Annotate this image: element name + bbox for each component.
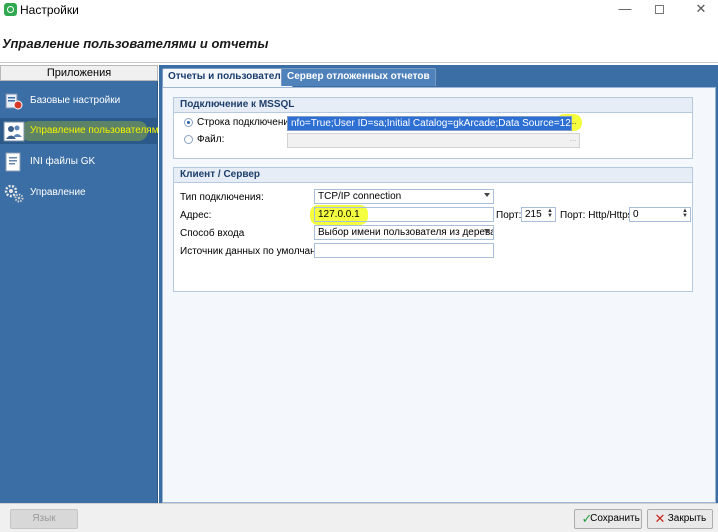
file-label: Файл: (197, 134, 225, 145)
http-port-value: 0 (633, 209, 639, 220)
http-port-label: Порт: Http/Https (560, 210, 633, 221)
port-label: Порт: (496, 210, 522, 221)
save-button-label: Сохранить (590, 513, 640, 524)
footer: Язык ✓ Сохранить ✕ Закрыть (0, 503, 718, 532)
maximize-icon (654, 5, 664, 15)
save-button[interactable]: ✓ Сохранить (574, 509, 642, 529)
gears-icon (4, 184, 24, 203)
connstr-browse-button[interactable]: ... (567, 117, 579, 130)
title-bar: Настройки — ✕ (0, 0, 718, 20)
port-stepper[interactable]: 215 ▲ ▼ (521, 207, 556, 222)
sidebar: Приложения Базовые настройки Управление … (0, 65, 167, 503)
sidebar-item-label: Базовые настройки (30, 95, 121, 106)
mssql-group-heading: Подключение к MSSQL (174, 98, 692, 113)
main-area: Отчеты и пользователи Сервер отложенных … (159, 65, 718, 503)
conn-type-value: TCP/IP connection (318, 191, 402, 202)
port-value: 215 (525, 209, 542, 220)
close-icon: ✕ (654, 511, 666, 526)
connstr-radio[interactable] (184, 118, 193, 127)
tab-panel: Подключение к MSSQL Строка подключения n… (162, 87, 716, 503)
ini-file-icon (5, 152, 21, 172)
page-title: Управление пользователями и отчеты (2, 36, 269, 51)
connstr-label: Строка подключения (197, 117, 295, 128)
chevron-down-icon (484, 193, 490, 197)
http-port-stepper[interactable]: 0 ▲ ▼ (629, 207, 691, 222)
sidebar-item-user-management[interactable]: Управление пользователям... (0, 118, 167, 144)
sidebar-item-management[interactable]: Управление (0, 180, 158, 206)
language-button[interactable]: Язык (10, 509, 78, 529)
default-datasource-label: Источник данных по умолчанию (180, 246, 329, 257)
client-server-group: Клиент / Сервер Тип подключения: TCP/IP … (173, 167, 693, 292)
tab-deferred-reports-server[interactable]: Сервер отложенных отчетов (281, 68, 436, 86)
sidebar-item-ini-files[interactable]: INI файлы GK (0, 149, 158, 175)
sidebar-item-label: INI файлы GK (30, 156, 96, 167)
tab-reports-users[interactable]: Отчеты и пользователи (162, 68, 293, 88)
file-browse-button[interactable]: ... (567, 134, 579, 147)
address-input[interactable]: 127.0.0.1 (314, 207, 494, 222)
settings-icon (5, 93, 23, 110)
users-icon (3, 121, 25, 142)
checkmark-icon: ✓ (581, 511, 593, 526)
file-radio[interactable] (184, 135, 193, 144)
spin-arrows-icon: ▲ ▼ (547, 208, 553, 219)
default-datasource-input[interactable] (314, 243, 494, 258)
minimize-button[interactable]: — (608, 0, 642, 20)
window-title: Настройки (20, 3, 79, 17)
header: Управление пользователями и отчеты (0, 20, 718, 63)
chevron-down-icon (484, 229, 490, 233)
conn-type-label: Тип подключения: (180, 192, 264, 203)
login-method-select[interactable]: Выбор имени пользователя из дерева (314, 225, 494, 240)
sidebar-item-label: Управление (30, 187, 86, 198)
sidebar-item-label: Управление пользователям... (30, 125, 167, 136)
sidebar-heading: Приложения (0, 65, 158, 81)
login-method-label: Способ входа (180, 228, 245, 239)
spin-arrows-icon: ▲ ▼ (682, 208, 688, 219)
app-icon (4, 3, 17, 16)
address-label: Адрес: (180, 210, 212, 221)
mssql-group: Подключение к MSSQL Строка подключения n… (173, 97, 693, 159)
client-server-heading: Клиент / Сервер (174, 168, 692, 183)
login-method-value: Выбор имени пользователя из дерева (318, 227, 494, 238)
maximize-button[interactable] (642, 0, 676, 20)
sidebar-item-basic-settings[interactable]: Базовые настройки (0, 88, 158, 114)
close-button-label: Закрыть (667, 513, 707, 524)
file-path-field[interactable] (287, 133, 580, 148)
cancel-close-button[interactable]: ✕ Закрыть (647, 509, 713, 529)
connection-string-field[interactable]: nfo=True;User ID=sa;Initial Catalog=gkAr… (287, 116, 572, 131)
conn-type-select[interactable]: TCP/IP connection (314, 189, 494, 204)
close-window-button[interactable]: ✕ (684, 0, 718, 20)
